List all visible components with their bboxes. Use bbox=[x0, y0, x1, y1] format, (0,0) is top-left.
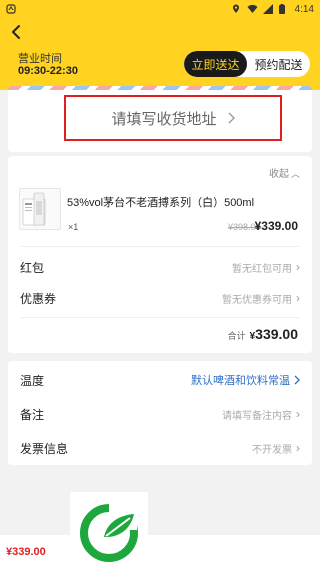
remark-value: 请填写备注内容 bbox=[222, 410, 292, 422]
business-hours: 09:30-22:30 bbox=[18, 65, 78, 77]
order-total: 合计 ¥ 339.00 bbox=[228, 326, 298, 342]
location-icon bbox=[231, 4, 241, 14]
coupon-row[interactable]: 优惠券 暂无优惠券可用 › bbox=[8, 283, 312, 313]
battery-icon bbox=[278, 4, 289, 14]
chevron-right-icon: › bbox=[296, 260, 300, 274]
bottom-total-price: ¥339.00 bbox=[6, 546, 46, 558]
divider bbox=[20, 246, 300, 247]
invoice-value: 不开发票 bbox=[252, 444, 292, 456]
total-label: 合计 bbox=[227, 331, 246, 341]
back-arrow-icon bbox=[12, 25, 20, 39]
temperature-value: 默认啤酒和饮料常温 bbox=[191, 375, 290, 387]
coupon-label: 优惠券 bbox=[20, 291, 57, 306]
remark-label: 备注 bbox=[20, 407, 45, 422]
checkout-header: 营业时间 09:30-22:30 立即送达 预约配送 bbox=[0, 18, 320, 90]
status-bar: 4:14 bbox=[0, 0, 320, 18]
chevron-right-icon bbox=[228, 112, 235, 124]
chevron-right-icon: › bbox=[296, 407, 300, 421]
chevron-up-icon: ︿ bbox=[290, 169, 300, 179]
product-price: ¥339.00 bbox=[254, 219, 298, 233]
airmail-border bbox=[8, 86, 312, 90]
status-time: 4:14 bbox=[294, 3, 314, 15]
red-packet-row[interactable]: 红包 暂无红包可用 › bbox=[8, 252, 312, 282]
checkout-bottom-bar: ¥339.00 已优 bbox=[0, 535, 320, 569]
chevron-right-icon: › bbox=[296, 291, 300, 305]
delivery-option-immediate[interactable]: 立即送达 bbox=[184, 51, 247, 77]
leaf-logo-icon bbox=[80, 503, 138, 562]
watermark-logo bbox=[70, 492, 148, 569]
temperature-row[interactable]: 温度 默认啤酒和饮料常温 bbox=[8, 363, 312, 397]
invoice-row[interactable]: 发票信息 不开发票 › bbox=[8, 431, 312, 465]
order-card: 收起 ︿ 53%vol茅台不老酒搏系列（白）500ml ×1 ¥398.00 ¥3… bbox=[8, 156, 312, 353]
total-value: 339.00 bbox=[255, 326, 298, 342]
chevron-right-icon: › bbox=[296, 441, 300, 455]
invoice-label: 发票信息 bbox=[20, 441, 69, 456]
address-placeholder: 请填写收货地址 bbox=[111, 110, 217, 128]
red-packet-value: 暂无红包可用 bbox=[232, 263, 292, 275]
product-name: 53%vol茅台不老酒搏系列（白）500ml bbox=[67, 197, 255, 209]
chevron-right-icon bbox=[294, 375, 300, 385]
temperature-label: 温度 bbox=[20, 373, 45, 388]
delivery-mode-toggle: 立即送达 预约配送 bbox=[184, 51, 310, 77]
back-button[interactable] bbox=[6, 22, 26, 42]
order-options-card: 温度 默认啤酒和饮料常温 备注 请填写备注内容 › 发票信息 不开发票 › bbox=[8, 361, 312, 465]
red-packet-label: 红包 bbox=[20, 260, 45, 275]
delivery-option-scheduled[interactable]: 预约配送 bbox=[247, 51, 310, 77]
business-hours-label: 营业时间 bbox=[18, 53, 62, 65]
notification-icon bbox=[6, 4, 16, 14]
coupon-value: 暂无优惠券可用 bbox=[222, 294, 292, 306]
collapse-label: 收起 bbox=[268, 169, 289, 180]
divider bbox=[20, 317, 300, 318]
collapse-button[interactable]: 收起 ︿ bbox=[269, 165, 300, 180]
address-input-button[interactable]: 请填写收货地址 bbox=[64, 95, 282, 141]
remark-row[interactable]: 备注 请填写备注内容 › bbox=[8, 397, 312, 431]
signal-icon bbox=[262, 4, 273, 14]
address-card: 请填写收货地址 bbox=[8, 86, 312, 152]
product-quantity: ×1 bbox=[68, 222, 79, 232]
product-image[interactable] bbox=[19, 188, 61, 230]
wifi-icon bbox=[247, 4, 258, 14]
